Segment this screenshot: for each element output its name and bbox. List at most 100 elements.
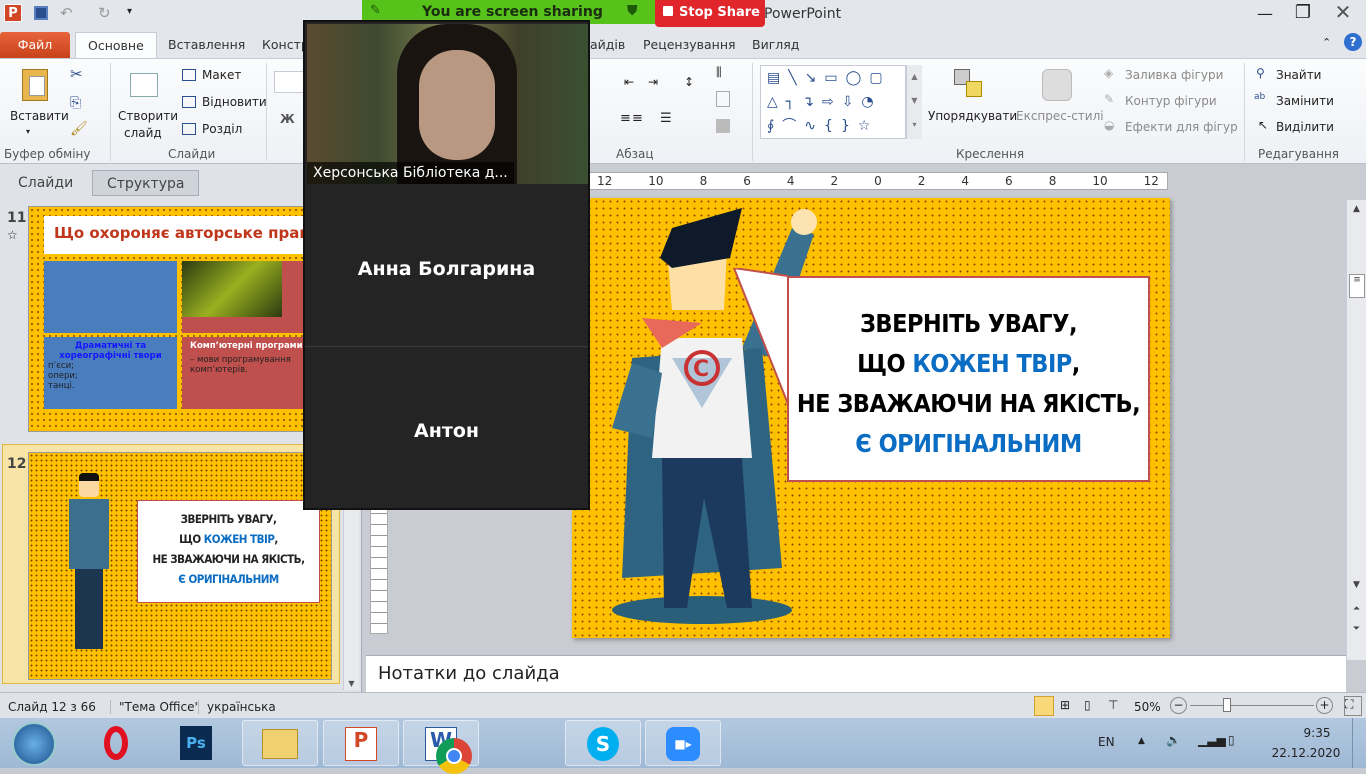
drag-handle-icon[interactable]: ✎ xyxy=(370,3,381,18)
arrange-icon[interactable] xyxy=(954,69,984,99)
previous-slide-icon[interactable]: ⏶ xyxy=(1347,604,1366,614)
slide-canvas[interactable]: C Зверніть увагу, що кожен твір, не зваж… xyxy=(572,198,1170,638)
zoom-in-button[interactable]: + xyxy=(1316,697,1333,714)
participant-tile-2[interactable]: Антон xyxy=(305,348,588,508)
save-icon[interactable] xyxy=(34,6,48,20)
right-brace-shape-icon[interactable]: } xyxy=(841,118,858,134)
star-shape-icon[interactable]: ☆ xyxy=(858,118,879,134)
scroll-thumb[interactable]: ≡ xyxy=(1349,274,1365,298)
taskbar-powerpoint[interactable]: P xyxy=(323,720,399,766)
align-right-icon[interactable]: ≡ xyxy=(620,111,631,126)
scroll-down-icon[interactable]: ▼ xyxy=(1347,580,1366,590)
clock-date[interactable]: 22.12.2020 xyxy=(1266,746,1346,760)
tab-insert[interactable]: Вставлення xyxy=(160,32,253,58)
line-shape-icon[interactable]: ╲ xyxy=(788,70,804,86)
taskbar-opera[interactable] xyxy=(78,720,154,766)
theme-name[interactable]: "Тема Office" xyxy=(110,700,200,714)
minimize-ribbon-icon[interactable]: ⌃ xyxy=(1322,36,1331,49)
zoom-slider-thumb[interactable] xyxy=(1223,698,1232,712)
slide-thumbnail-12[interactable]: Зверніть увагу, що кожен твір, не зважаю… xyxy=(28,452,332,680)
indent-decrease-icon[interactable]: ⇤ xyxy=(624,75,634,89)
normal-view-button[interactable] xyxy=(1034,696,1054,716)
shapes-gallery-scroll[interactable]: ▲ ▼ ▾ xyxy=(906,65,922,139)
new-slide-button-line2[interactable]: слайд xyxy=(124,126,162,140)
participant-tile-1[interactable]: Анна Болгарина xyxy=(305,184,588,347)
section-button[interactable]: Розділ xyxy=(202,122,242,136)
tab-outline[interactable]: Структура xyxy=(92,170,200,196)
quick-styles-button[interactable]: Експрес-стилі xyxy=(1016,109,1104,123)
paste-icon[interactable] xyxy=(22,69,48,101)
taskbar-skype[interactable]: S xyxy=(565,720,641,766)
triangle-shape-icon[interactable]: △ xyxy=(767,94,786,110)
rounded-rect-shape-icon[interactable]: ▢ xyxy=(869,70,890,86)
taskbar-explorer[interactable] xyxy=(242,720,318,766)
minimize-button[interactable]: — xyxy=(1250,4,1280,23)
stop-share-button[interactable]: Stop Share xyxy=(655,0,765,27)
zoom-level[interactable]: 50% xyxy=(1134,700,1161,714)
justify-icon[interactable]: ≡ xyxy=(632,111,643,126)
arc-shape-icon[interactable]: ⌒ xyxy=(782,118,804,134)
battery-icon[interactable]: ▯ xyxy=(1228,733,1235,747)
shape-outline-button[interactable]: Контур фігури xyxy=(1125,94,1217,108)
scribble-shape-icon[interactable]: ∮ xyxy=(767,118,782,134)
find-button[interactable]: Знайти xyxy=(1276,68,1321,82)
powerpoint-app-icon[interactable]: P xyxy=(4,4,22,22)
shape-fill-button[interactable]: Заливка фігури xyxy=(1125,68,1223,82)
format-painter-icon[interactable]: 🖌 xyxy=(70,121,88,137)
clock-time[interactable]: 9:35 xyxy=(1292,726,1342,740)
elbow-arrow-shape-icon[interactable]: ↴ xyxy=(802,94,822,110)
language-tray[interactable]: EN xyxy=(1098,735,1115,749)
redo-icon[interactable]: ↻ xyxy=(98,4,111,22)
tab-file[interactable]: Файл xyxy=(0,32,70,58)
customize-toolbar-icon[interactable]: ▾ xyxy=(127,6,132,17)
restore-button[interactable]: ❐ xyxy=(1288,2,1318,23)
vertical-scrollbar[interactable]: ▲ ≡ ▼ ⏶ ⏷ xyxy=(1346,200,1366,660)
tab-view[interactable]: Вигляд xyxy=(744,32,807,58)
taskbar-photoshop[interactable]: Ps xyxy=(158,720,234,766)
next-slide-icon[interactable]: ⏷ xyxy=(1347,624,1366,634)
language-indicator[interactable]: українська xyxy=(198,700,276,714)
indent-increase-icon[interactable]: ⇥ xyxy=(648,75,658,89)
tab-home[interactable]: Основне xyxy=(75,32,157,58)
down-arrow-shape-icon[interactable]: ⇩ xyxy=(842,94,862,110)
arrange-button[interactable]: Упорядкувати xyxy=(928,109,1017,123)
right-arrow-shape-icon[interactable]: ⇨ xyxy=(822,94,842,110)
align-text-icon[interactable] xyxy=(716,91,730,107)
zoom-slider[interactable] xyxy=(1190,705,1314,706)
text-direction-icon[interactable]: ⫼ xyxy=(716,65,722,80)
paste-button[interactable]: Вставити xyxy=(10,109,69,123)
fit-to-window-button[interactable]: ⛶ xyxy=(1344,696,1362,716)
font-name-box[interactable] xyxy=(274,71,304,93)
zoom-out-button[interactable]: − xyxy=(1170,697,1187,714)
layout-button[interactable]: Макет xyxy=(202,68,241,82)
notes-field[interactable]: Нотатки до слайда xyxy=(366,655,1346,692)
shapes-gallery[interactable]: ▤╲↘▭◯▢ △┐↴⇨⇩◔ ∮⌒∿{}☆ xyxy=(760,65,906,139)
rectangle-shape-icon[interactable]: ▭ xyxy=(824,70,845,86)
left-brace-shape-icon[interactable]: { xyxy=(824,118,841,134)
slide-sorter-button[interactable]: ⊞ xyxy=(1060,698,1070,712)
columns-icon[interactable]: ☰ xyxy=(660,111,672,126)
show-desktop-button[interactable] xyxy=(1352,718,1366,768)
slideshow-button[interactable]: ⊤ xyxy=(1108,698,1118,712)
line-spacing-icon[interactable]: ↕ xyxy=(684,75,694,89)
undo-icon[interactable]: ↶ xyxy=(60,4,73,22)
zoom-video-panel[interactable]: Херсонська Бібліотека д... Анна Болгарин… xyxy=(303,20,590,510)
reading-view-button[interactable]: ▯ xyxy=(1084,698,1091,712)
curve-shape-icon[interactable]: ∿ xyxy=(804,118,824,134)
new-slide-icon[interactable] xyxy=(130,73,158,97)
start-button[interactable] xyxy=(12,722,56,766)
select-button[interactable]: Виділити xyxy=(1276,120,1334,134)
tab-review[interactable]: Рецензування xyxy=(635,32,744,58)
network-icon[interactable]: ▁▃▅ xyxy=(1198,733,1226,747)
tab-slides[interactable]: Слайди xyxy=(4,170,88,196)
arrow-line-shape-icon[interactable]: ↘ xyxy=(805,70,825,86)
taskbar-zoom[interactable]: ■▸ xyxy=(645,720,721,766)
scroll-up-icon[interactable]: ▲ xyxy=(1347,204,1366,214)
bold-button[interactable]: Ж xyxy=(280,112,295,126)
smartart-icon[interactable] xyxy=(716,119,730,133)
close-button[interactable]: ✕ xyxy=(1326,0,1360,24)
volume-icon[interactable]: 🔈 xyxy=(1166,733,1181,747)
paste-dropdown-icon[interactable]: ▾ xyxy=(26,127,30,136)
cut-icon[interactable]: ✂ xyxy=(70,65,83,83)
textbox-shape-icon[interactable]: ▤ xyxy=(767,70,788,86)
